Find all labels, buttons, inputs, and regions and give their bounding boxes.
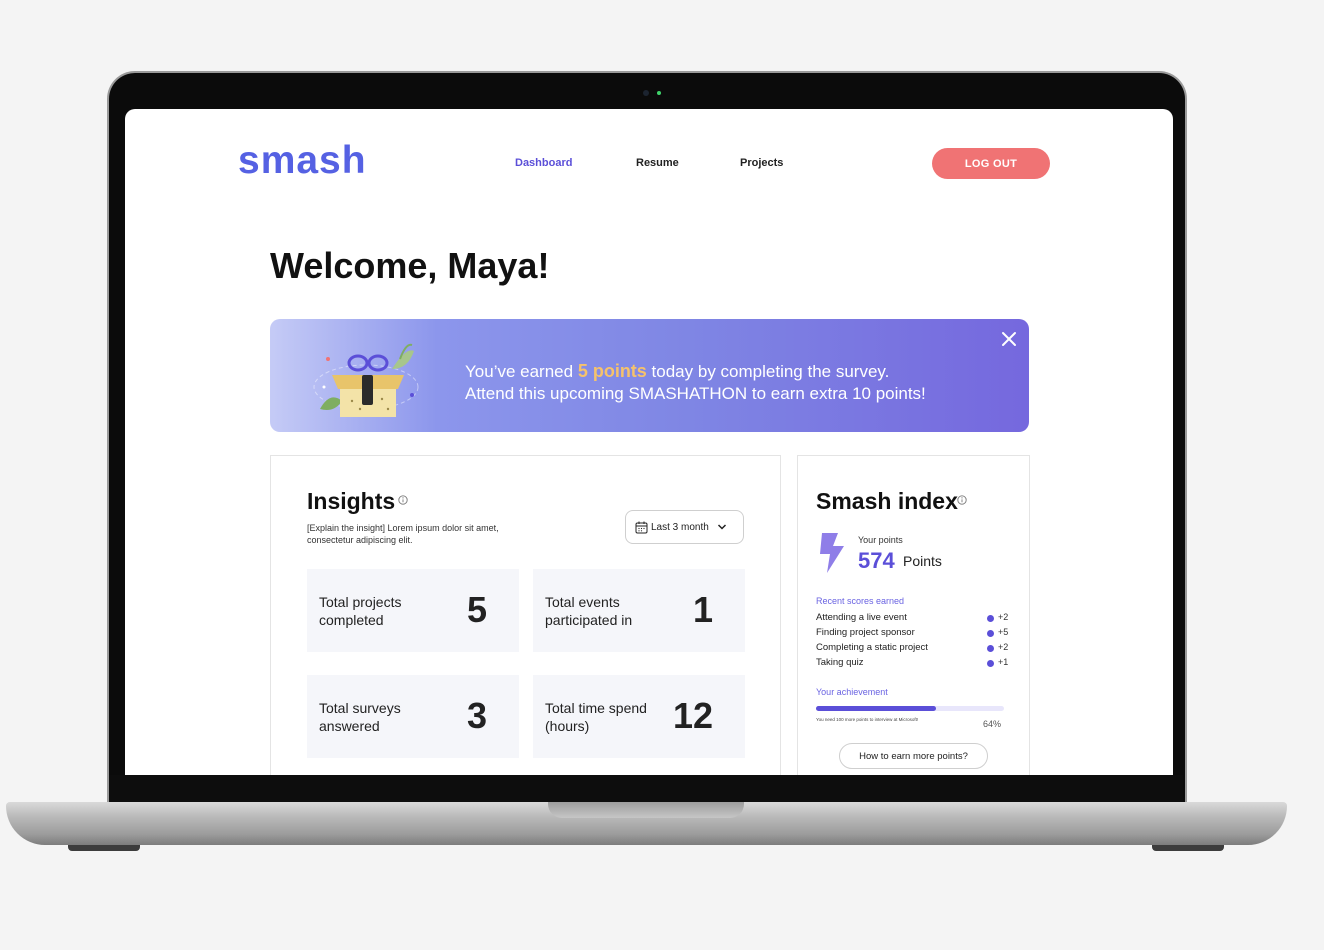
score-dot-icon xyxy=(987,660,994,667)
laptop-notch xyxy=(548,802,744,818)
stat-value: 5 xyxy=(466,589,487,630)
achievement-label: Your achievement xyxy=(816,687,888,697)
stat-events-participated: Total events participated in 1 xyxy=(533,569,745,652)
stat-label: Total events participated in xyxy=(545,594,633,628)
banner-points-highlight: 5 points xyxy=(577,361,647,381)
points-unit: Points xyxy=(903,553,942,569)
info-icon[interactable] xyxy=(398,495,408,505)
points-banner: You’ve earned 5 points today by completi… xyxy=(270,319,1029,432)
recent-score-value: +2 xyxy=(998,642,1009,652)
stat-label: Total time spend (hours) xyxy=(545,700,647,734)
nav-resume[interactable]: Resume xyxy=(636,157,679,169)
stat-projects-completed: Total projects completed 5 xyxy=(307,569,519,652)
lightning-bolt-icon xyxy=(820,533,844,573)
page-title: Welcome, Maya! xyxy=(270,245,550,286)
achievement-progress-bar xyxy=(816,706,1004,711)
laptop-bezel xyxy=(109,775,1183,803)
stat-label: Total surveys answered xyxy=(319,700,401,734)
banner-line1-before: You’ve earned xyxy=(465,362,578,381)
recent-score-value: +5 xyxy=(998,627,1009,637)
date-range-value: Last 3 month xyxy=(651,521,709,533)
recent-score-label: Completing a static project xyxy=(816,642,928,653)
stat-value: 12 xyxy=(672,695,713,736)
smash-index-card: Smash index Your points 574 Points Recen… xyxy=(797,455,1030,775)
nav-dashboard[interactable]: Dashboard xyxy=(515,157,572,169)
achievement-percent: 64% xyxy=(983,719,1002,729)
achievement-note: You need 100 more points to interview at… xyxy=(816,717,919,722)
info-icon[interactable] xyxy=(957,495,967,505)
banner-message: You’ve earned 5 points today by completi… xyxy=(465,360,926,405)
score-dot-icon xyxy=(987,645,994,652)
laptop-foot-right xyxy=(1152,845,1224,851)
stat-surveys-answered: Total surveys answered 3 xyxy=(307,675,519,758)
webcam-icon xyxy=(643,90,649,96)
stat-time-spent: Total time spend (hours) 12 xyxy=(533,675,745,758)
stat-value: 1 xyxy=(692,589,713,630)
smash-index-title: Smash index xyxy=(816,488,958,514)
achievement-progress-fill xyxy=(816,706,937,711)
recent-score-value: +1 xyxy=(998,657,1009,667)
recent-score-label: Finding project sponsor xyxy=(816,627,915,638)
recent-score-label: Taking quiz xyxy=(816,657,864,668)
insights-card: Insights [Explain the insight] Lorem ips… xyxy=(270,455,781,775)
recent-score-row: Finding project sponsor +5 xyxy=(816,627,1012,641)
insights-description: [Explain the insight] Lorem ipsum dolor … xyxy=(307,523,499,545)
banner-line1-after: today by completing the survey. xyxy=(646,362,890,381)
webcam-led-icon xyxy=(657,91,661,95)
points-caption: Your points xyxy=(858,535,903,545)
recent-score-row: Attending a live event +2 xyxy=(816,612,1012,626)
stat-label: Total projects completed xyxy=(319,594,402,628)
close-icon[interactable] xyxy=(1000,330,1018,348)
app-screen: smash Dashboard Resume Projects LOG OUT … xyxy=(125,109,1173,775)
banner-line2: Attend this upcoming SMASHATHON to earn … xyxy=(465,384,926,403)
chevron-down-icon xyxy=(717,524,726,530)
date-range-select[interactable]: Last 3 month xyxy=(625,510,744,544)
score-dot-icon xyxy=(987,630,994,637)
earn-more-points-button[interactable]: How to earn more points? xyxy=(839,743,988,769)
insights-title: Insights xyxy=(307,488,396,514)
recent-score-label: Attending a live event xyxy=(816,612,907,623)
gift-box-icon xyxy=(313,343,419,417)
points-value: 574 xyxy=(858,548,895,573)
stat-value: 3 xyxy=(466,695,487,736)
laptop-foot-left xyxy=(68,845,140,851)
calendar-icon xyxy=(635,521,648,533)
recent-score-row: Completing a static project +2 xyxy=(816,642,1012,656)
app-logo[interactable]: smash xyxy=(238,139,367,183)
recent-score-row: Taking quiz +1 xyxy=(816,657,1012,671)
score-dot-icon xyxy=(987,615,994,622)
logout-button[interactable]: LOG OUT xyxy=(932,148,1050,179)
recent-score-value: +2 xyxy=(998,612,1009,622)
recent-scores-label: Recent scores earned xyxy=(816,596,905,606)
nav-projects[interactable]: Projects xyxy=(740,157,783,169)
